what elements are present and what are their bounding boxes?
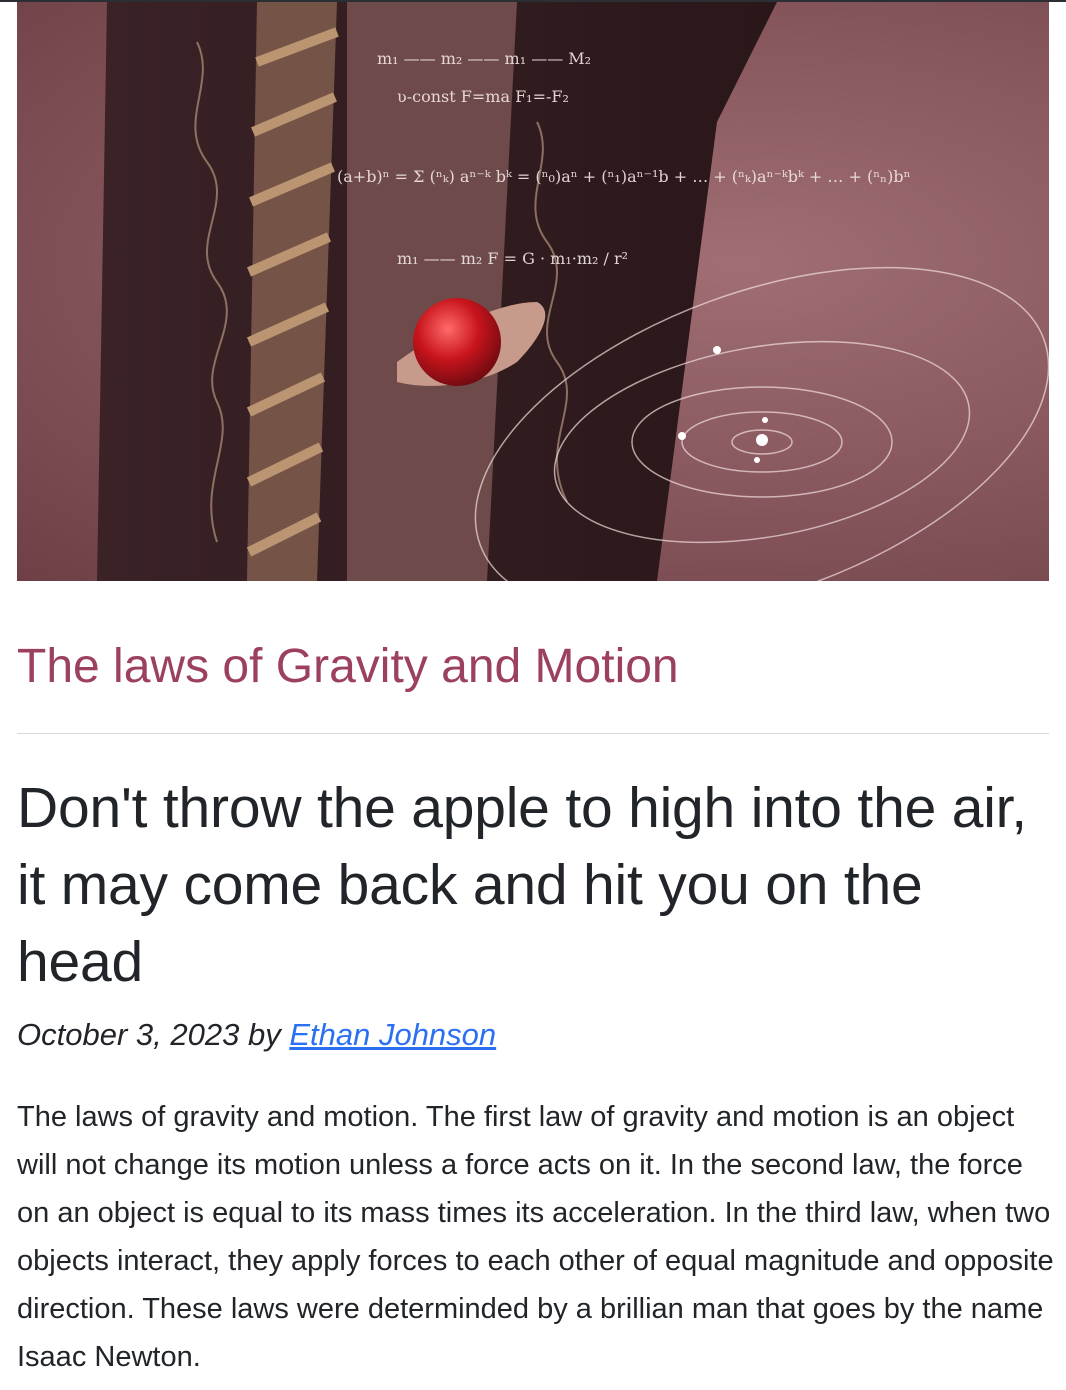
author-link[interactable]: Ethan Johnson xyxy=(289,1017,496,1052)
planets xyxy=(678,346,768,463)
by-label: by xyxy=(247,1017,281,1052)
byline: October 3, 2023 by Ethan Johnson xyxy=(17,1015,496,1055)
svg-text:m₁ —— m₂ —— m₁ —— M₂: m₁ —— m₂ —— m₁ —— M₂ xyxy=(377,49,591,68)
article-body: The laws of gravity and motion. The firs… xyxy=(17,1101,1054,1373)
post-date: October 3, 2023 xyxy=(17,1017,240,1052)
svg-text:m₁ —— m₂ F = G · m₁·m₂ / r: m₁ —— m₂ F = G · m₁·m₂ / r² xyxy=(397,249,628,268)
hero-image: m₁ —— m₂ —— m₁ —— M₂ ʋ-const F=ma F₁=-F₂… xyxy=(17,2,1049,581)
divider xyxy=(17,733,1049,734)
svg-text:ʋ-const F=ma F₁=-F₂: ʋ-const F=ma F₁=-F₂ xyxy=(397,87,569,106)
hero-illustration: m₁ —— m₂ —— m₁ —— M₂ ʋ-const F=ma F₁=-F₂… xyxy=(97,2,1049,581)
category-title: The laws of Gravity and Motion xyxy=(17,640,679,693)
svg-text:(a+b)ⁿ = Σ (ⁿₖ) aⁿ⁻ᵏ bᵏ = (ⁿ₀): (a+b)ⁿ = Σ (ⁿₖ) aⁿ⁻ᵏ bᵏ = (ⁿ₀)aⁿ + (ⁿ₁)a… xyxy=(337,167,911,186)
apple-shape xyxy=(413,298,501,386)
article-headline: Don't throw the apple to high into the a… xyxy=(17,776,1027,994)
